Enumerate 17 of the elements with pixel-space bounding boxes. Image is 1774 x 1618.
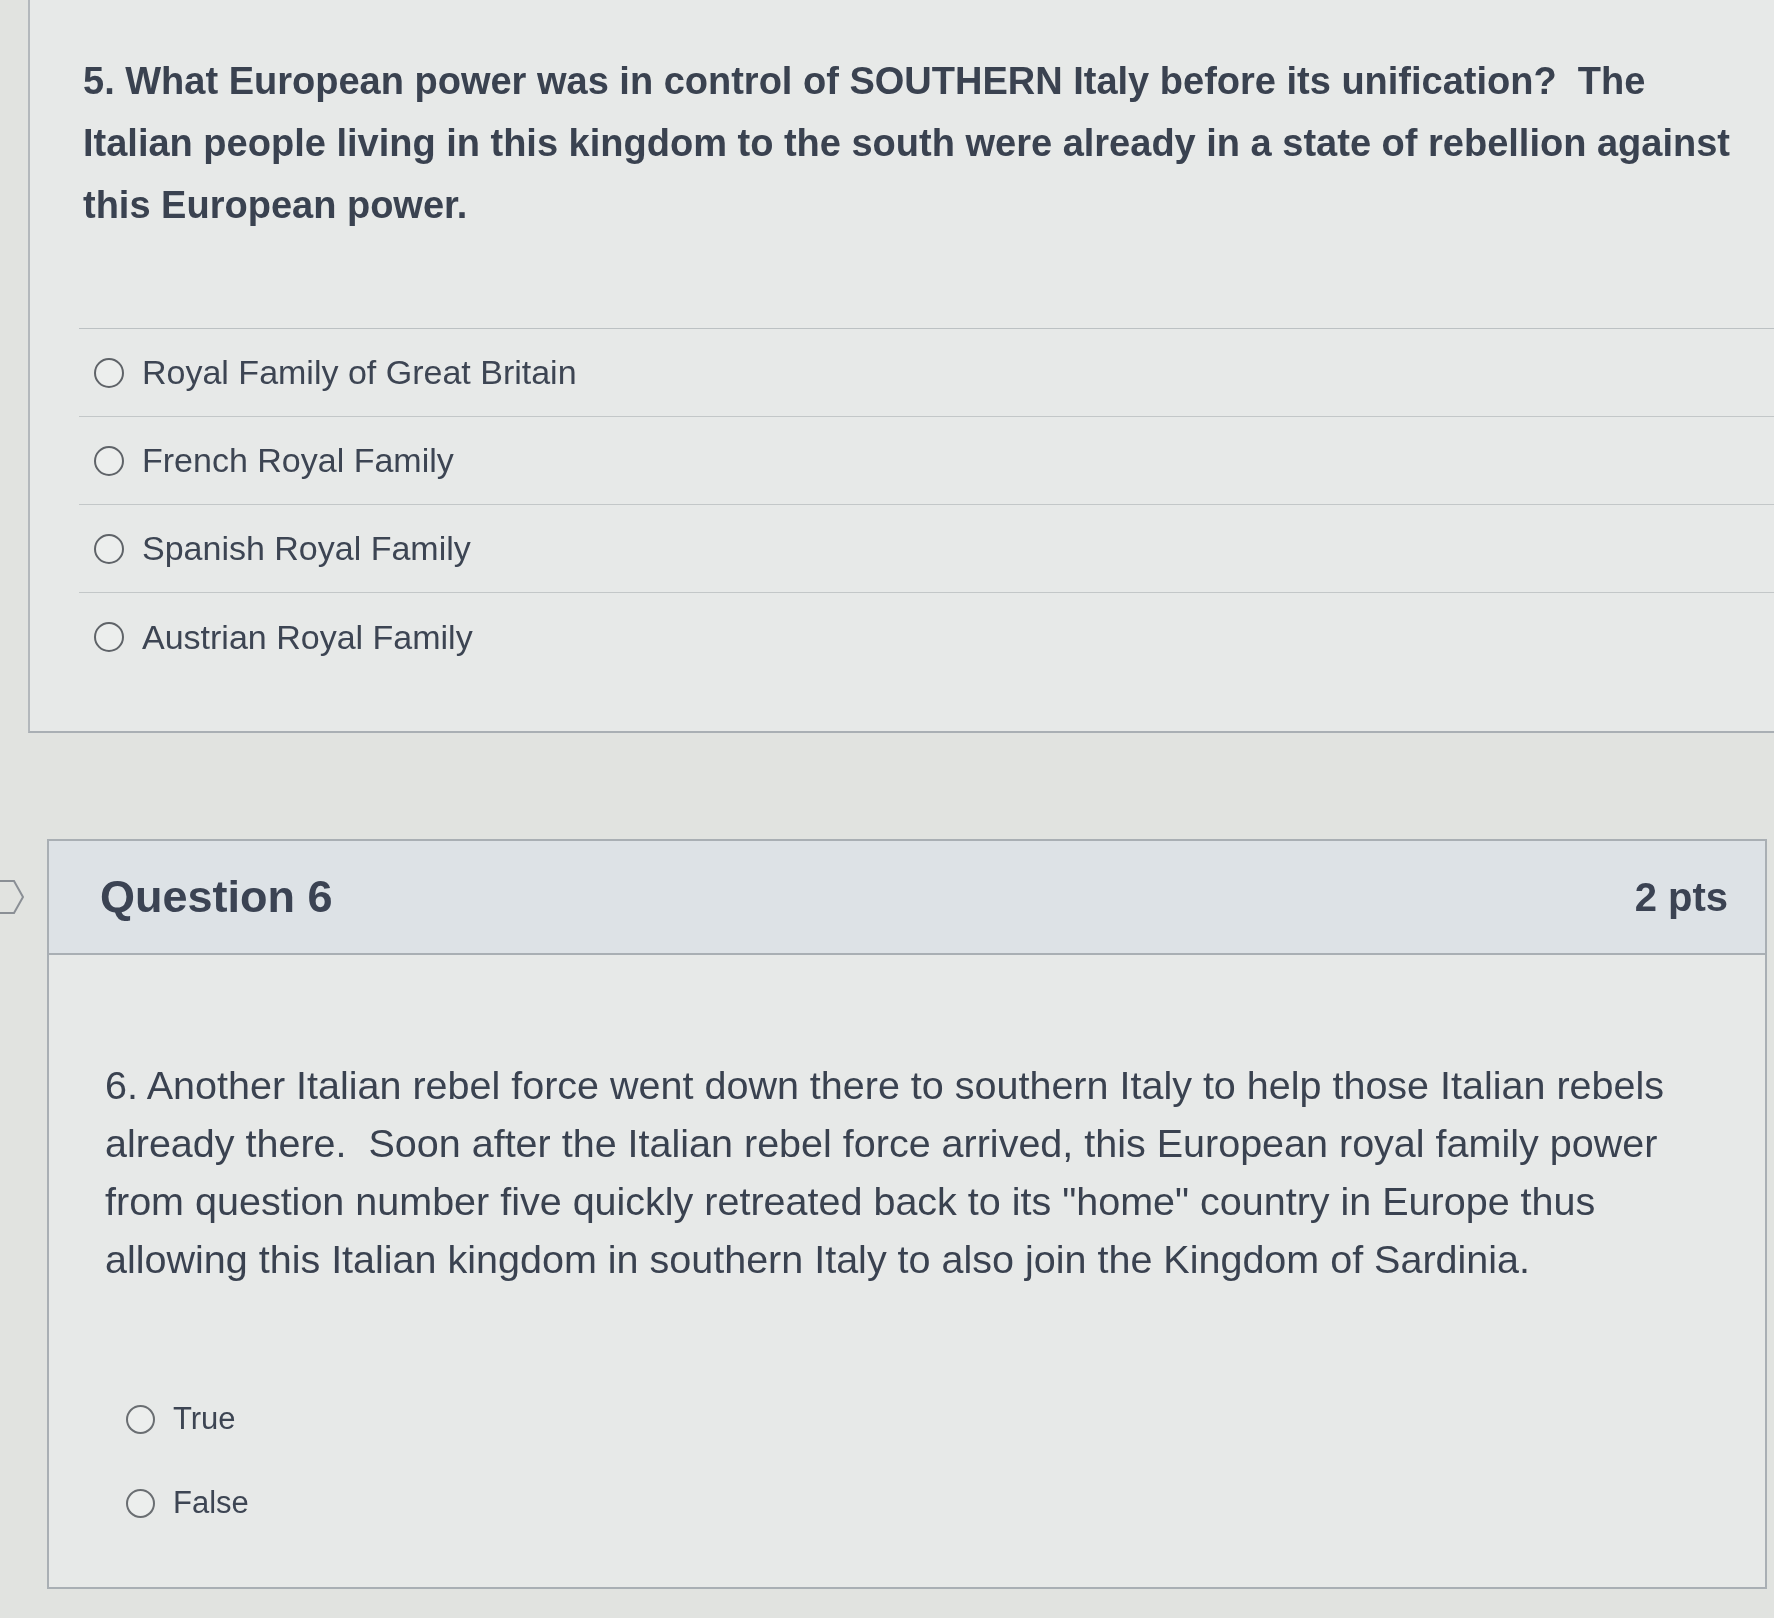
radio-button[interactable] [126, 1488, 155, 1518]
question-text: 6. Another Italian rebel force went down there to southern Italy to help those Italian rebels already there. Soon after the Italian rebel force arrived, this European royal family power from question number five quickly retreated back to its "home" country in Europe thus allowing this Italian kingdom in southern Italy to also join the Kingdom of Sardinia. [105, 1062, 1665, 1283]
answer-label[interactable]: Royal Family of Great Britain [142, 353, 577, 392]
radio-button[interactable] [126, 1404, 155, 1434]
radio-button[interactable] [94, 533, 124, 564]
radio-button[interactable] [94, 622, 124, 652]
answer-label[interactable]: False [173, 1485, 249, 1521]
question-text: 5. What European power was in control of SOUTHERN Italy before its unification? The Italian people living in this kingdom to the south were already in a state of rebellion against this European power. [83, 59, 1731, 228]
radio-button[interactable] [94, 357, 124, 388]
answer-label[interactable]: Austrian Royal Family [142, 617, 473, 657]
question-points: 2 pts [1634, 874, 1728, 920]
answer-label[interactable]: True [173, 1401, 236, 1437]
question-title: Question 6 [100, 871, 333, 923]
answer-label[interactable]: Spanish Royal Family [142, 529, 471, 568]
answer-label[interactable]: French Royal Family [142, 441, 454, 480]
radio-button[interactable] [94, 445, 124, 476]
tag-icon[interactable] [0, 880, 24, 914]
